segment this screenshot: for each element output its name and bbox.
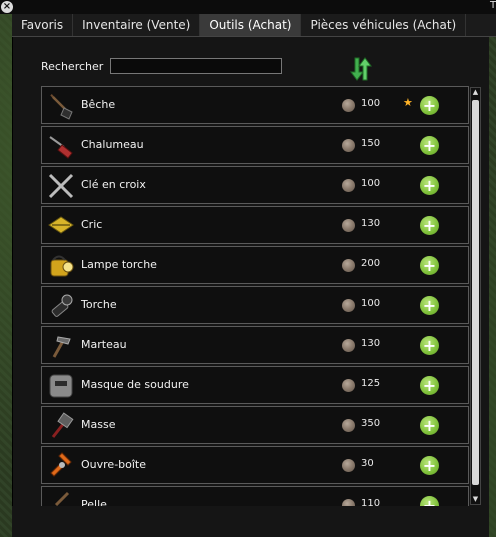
list-item: Masque de soudure 125 + <box>41 366 469 404</box>
list-item: Cric 130 + <box>41 206 469 244</box>
item-price: 100 <box>361 298 381 309</box>
list-item: Torche 100 + <box>41 286 469 324</box>
spade-icon <box>46 491 76 506</box>
item-name: Cric <box>81 218 103 231</box>
item-price: 110 <box>361 498 381 506</box>
list-item: Masse 350 + <box>41 406 469 444</box>
scroll-thumb[interactable] <box>472 100 479 485</box>
lantern-icon <box>46 251 76 281</box>
add-button[interactable]: + <box>420 456 439 475</box>
list-item: Lampe torche 200 + <box>41 246 469 284</box>
scroll-up-icon[interactable]: ▲ <box>472 88 479 97</box>
add-button[interactable]: + <box>420 336 439 355</box>
item-name: Pelle <box>81 498 107 506</box>
add-button[interactable]: + <box>420 376 439 395</box>
window-top-bar: × T <box>0 0 496 14</box>
list-item: Marteau 130 + <box>41 326 469 364</box>
list-item: Clé en croix 100 + <box>41 166 469 204</box>
item-name: Marteau <box>81 338 127 351</box>
tab-label: Favoris <box>21 18 64 32</box>
welding-mask-icon <box>46 371 76 401</box>
car-jack-icon <box>46 211 76 241</box>
cross-wrench-icon <box>46 171 76 201</box>
item-price: 30 <box>361 458 374 469</box>
add-button[interactable]: + <box>420 256 439 275</box>
coin-icon <box>342 419 355 432</box>
blowtorch-icon <box>46 131 76 161</box>
sledgehammer-icon <box>46 411 76 441</box>
coin-icon <box>342 139 355 152</box>
list-item: Ouvre-boîte 30 + <box>41 446 469 484</box>
list-item: Bêche 100 ★ + <box>41 86 469 124</box>
tab-label: Pièces véhicules (Achat) <box>310 18 457 32</box>
close-icon[interactable]: × <box>1 1 13 13</box>
window-right-marker: T <box>490 0 496 11</box>
search-label: Rechercher <box>41 60 104 73</box>
panel-bottom <box>12 506 488 537</box>
refresh-icon[interactable] <box>348 56 372 82</box>
item-price: 150 <box>361 138 381 149</box>
tab-label: Outils (Achat) <box>209 18 292 32</box>
tab-inventaire[interactable]: Inventaire (Vente) <box>73 14 201 36</box>
tab-pieces-vehicules[interactable]: Pièces véhicules (Achat) <box>301 14 467 36</box>
item-price: 125 <box>361 378 381 389</box>
item-name: Torche <box>81 298 117 311</box>
add-button[interactable]: + <box>420 216 439 235</box>
add-button[interactable]: + <box>420 416 439 435</box>
item-name: Masse <box>81 418 116 431</box>
can-opener-icon <box>46 451 76 481</box>
add-button[interactable]: + <box>420 176 439 195</box>
scroll-down-icon[interactable]: ▼ <box>472 495 479 504</box>
shovel-icon <box>46 91 76 121</box>
item-name: Lampe torche <box>81 258 157 271</box>
add-button[interactable]: + <box>420 296 439 315</box>
list-item: Chalumeau 150 + <box>41 126 469 164</box>
coin-icon <box>342 299 355 312</box>
item-name: Clé en croix <box>81 178 146 191</box>
tab-favoris[interactable]: Favoris <box>12 14 74 36</box>
add-button[interactable]: + <box>420 136 439 155</box>
coin-icon <box>342 379 355 392</box>
item-name: Bêche <box>81 98 116 111</box>
add-button[interactable]: + <box>420 96 439 115</box>
item-price: 100 <box>361 178 381 189</box>
item-price: 200 <box>361 258 381 269</box>
item-price: 130 <box>361 338 381 349</box>
item-name: Masque de soudure <box>81 378 189 391</box>
hammer-icon <box>46 331 76 361</box>
tab-bar: Favoris Inventaire (Vente) Outils (Achat… <box>12 14 496 37</box>
scrollbar[interactable]: ▲ ▼ <box>470 87 481 505</box>
item-list: Bêche 100 ★ + Chalumeau 150 + Clé en cro… <box>41 86 469 506</box>
tab-label: Inventaire (Vente) <box>82 18 191 32</box>
favorite-star-icon[interactable]: ★ <box>403 96 413 109</box>
coin-icon <box>342 99 355 112</box>
item-price: 350 <box>361 418 381 429</box>
item-name: Ouvre-boîte <box>81 458 147 471</box>
coin-icon <box>342 459 355 472</box>
coin-icon <box>342 219 355 232</box>
list-item: Pelle 110 + <box>41 486 469 506</box>
coin-icon <box>342 499 355 506</box>
coin-icon <box>342 179 355 192</box>
search-input[interactable] <box>110 58 282 74</box>
item-price: 130 <box>361 218 381 229</box>
tab-outils[interactable]: Outils (Achat) <box>200 14 302 36</box>
coin-icon <box>342 339 355 352</box>
add-button[interactable]: + <box>420 496 439 506</box>
coin-icon <box>342 259 355 272</box>
item-price: 100 <box>361 98 381 109</box>
flashlight-icon <box>46 291 76 321</box>
item-name: Chalumeau <box>81 138 144 151</box>
